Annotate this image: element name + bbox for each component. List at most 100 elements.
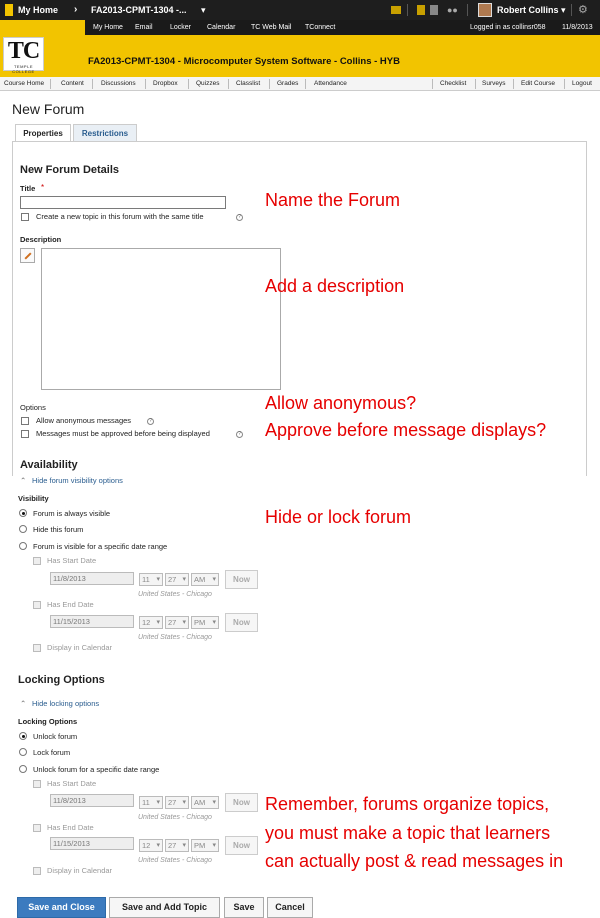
- create-topic-checkbox[interactable]: [21, 213, 29, 221]
- end-now-button[interactable]: Now: [225, 836, 258, 855]
- end-hour-select[interactable]: 12: [139, 616, 163, 629]
- locking-heading: Locking Options: [18, 674, 105, 686]
- display-calendar-checkbox[interactable]: [33, 644, 41, 652]
- nav-course-home[interactable]: Course Home: [4, 77, 44, 91]
- approve-label: Messages must be approved before being d…: [36, 429, 210, 438]
- end-ampm-select[interactable]: PM: [191, 839, 219, 852]
- end-hour-select[interactable]: 12: [139, 839, 163, 852]
- divider: [145, 79, 146, 89]
- course-selector[interactable]: FA2013-CPMT-1304 -...: [91, 0, 187, 20]
- end-date-input[interactable]: 11/15/2013: [50, 615, 134, 628]
- user-menu-chevron-icon[interactable]: ▾: [561, 0, 566, 20]
- top-bar: My Home › FA2013-CPMT-1304 -... ▾ ●● Rob…: [0, 0, 600, 20]
- save-and-add-topic-button[interactable]: Save and Add Topic: [109, 897, 220, 918]
- nav-grades[interactable]: Grades: [277, 77, 298, 91]
- nav-logout[interactable]: Logout: [572, 77, 592, 91]
- help-icon[interactable]: ?: [147, 418, 154, 425]
- has-end-checkbox[interactable]: [33, 601, 41, 609]
- has-start-checkbox[interactable]: [33, 780, 41, 788]
- start-now-button[interactable]: Now: [225, 793, 258, 812]
- divider: [50, 79, 51, 89]
- has-end-checkbox[interactable]: [33, 824, 41, 832]
- logged-in-text: Logged in as collinsr058: [470, 24, 546, 31]
- nav-discussions[interactable]: Discussions: [101, 77, 136, 91]
- link-tconnect[interactable]: TConnect: [305, 20, 335, 35]
- display-calendar-checkbox[interactable]: [33, 867, 41, 875]
- help-icon[interactable]: ?: [236, 431, 243, 438]
- my-home-link[interactable]: My Home: [18, 0, 58, 20]
- unlock-radio[interactable]: [19, 732, 27, 740]
- nav-quizzes[interactable]: Quizzes: [196, 77, 219, 91]
- nav-edit-course[interactable]: Edit Course: [521, 77, 555, 91]
- unlock-range-radio[interactable]: [19, 765, 27, 773]
- nav-surveys[interactable]: Surveys: [482, 77, 505, 91]
- locking-options-label: Locking Options: [18, 717, 78, 726]
- start-hour-select[interactable]: 11: [139, 573, 163, 586]
- anonymous-checkbox[interactable]: [21, 417, 29, 425]
- link-webmail[interactable]: TC Web Mail: [251, 20, 291, 35]
- quick-links-bar: My Home Email Locker Calendar TC Web Mai…: [85, 20, 600, 35]
- start-minute-select[interactable]: 27: [165, 796, 189, 809]
- save-and-close-button[interactable]: Save and Close: [17, 897, 106, 918]
- course-navbar: Course Home Content Discussions Dropbox …: [0, 77, 600, 91]
- hide-forum-radio[interactable]: [19, 525, 27, 533]
- approve-checkbox[interactable]: [21, 430, 29, 438]
- link-my-home[interactable]: My Home: [93, 20, 123, 35]
- timezone-label: United States - Chicago: [138, 814, 212, 821]
- link-locker[interactable]: Locker: [170, 20, 191, 35]
- start-ampm-select[interactable]: AM: [191, 796, 219, 809]
- lock-radio[interactable]: [19, 748, 27, 756]
- nav-attendance[interactable]: Attendance: [314, 77, 347, 91]
- settings-gear-icon[interactable]: ⚙: [578, 0, 588, 20]
- has-start-checkbox[interactable]: [33, 557, 41, 565]
- college-logo[interactable]: TC TEMPLE COLLEGE: [3, 37, 44, 74]
- help-icon[interactable]: ?: [236, 214, 243, 221]
- availability-heading: Availability: [20, 459, 78, 471]
- annotation-reminder-line2: you must make a topic that learners: [265, 823, 551, 843]
- nav-classlist[interactable]: Classlist: [236, 77, 260, 91]
- link-calendar[interactable]: Calendar: [207, 20, 235, 35]
- home-icon[interactable]: [5, 4, 13, 16]
- link-email[interactable]: Email: [135, 20, 153, 35]
- end-minute-select[interactable]: 27: [165, 839, 189, 852]
- end-now-button[interactable]: Now: [225, 613, 258, 632]
- end-ampm-select[interactable]: PM: [191, 616, 219, 629]
- avatar[interactable]: [478, 3, 492, 17]
- save-button[interactable]: Save: [224, 897, 264, 918]
- notifications-icon[interactable]: [430, 5, 438, 15]
- description-editor[interactable]: [41, 248, 281, 390]
- divider: [564, 79, 565, 89]
- user-name[interactable]: Robert Collins: [497, 0, 559, 20]
- start-date-input[interactable]: 11/8/2013: [50, 572, 134, 585]
- update-icon[interactable]: [417, 5, 425, 15]
- tab-restrictions[interactable]: Restrictions: [73, 124, 137, 142]
- start-now-button[interactable]: Now: [225, 570, 258, 589]
- title-label: Title: [20, 184, 36, 193]
- description-label: Description: [20, 235, 62, 244]
- title-input[interactable]: [20, 196, 226, 209]
- has-end-label: Has End Date: [47, 600, 94, 609]
- mail-icon[interactable]: [391, 6, 401, 14]
- always-visible-radio[interactable]: [19, 509, 27, 517]
- nav-checklist[interactable]: Checklist: [440, 77, 466, 91]
- start-ampm-select[interactable]: AM: [191, 573, 219, 586]
- nav-dropbox[interactable]: Dropbox: [153, 77, 178, 91]
- annotation-name-forum: Name the Forum: [265, 190, 401, 210]
- nav-content[interactable]: Content: [61, 77, 84, 91]
- tab-properties[interactable]: Properties: [15, 124, 71, 142]
- hide-locking-link[interactable]: Hide locking options: [32, 699, 99, 708]
- date-range-radio[interactable]: [19, 542, 27, 550]
- edit-pencil-icon[interactable]: [20, 248, 35, 263]
- collapse-chevron-icon[interactable]: ⌃: [20, 699, 26, 708]
- chevron-down-icon[interactable]: ▾: [201, 0, 206, 20]
- start-date-input[interactable]: 11/8/2013: [50, 794, 134, 807]
- cancel-button[interactable]: Cancel: [267, 897, 313, 918]
- chat-icon[interactable]: ●●: [447, 0, 458, 20]
- end-minute-select[interactable]: 27: [165, 616, 189, 629]
- timezone-label: United States - Chicago: [138, 591, 212, 598]
- start-hour-select[interactable]: 11: [139, 796, 163, 809]
- collapse-chevron-icon[interactable]: ⌃: [20, 476, 26, 485]
- end-date-input[interactable]: 11/15/2013: [50, 837, 134, 850]
- start-minute-select[interactable]: 27: [165, 573, 189, 586]
- hide-visibility-link[interactable]: Hide forum visibility options: [32, 476, 123, 485]
